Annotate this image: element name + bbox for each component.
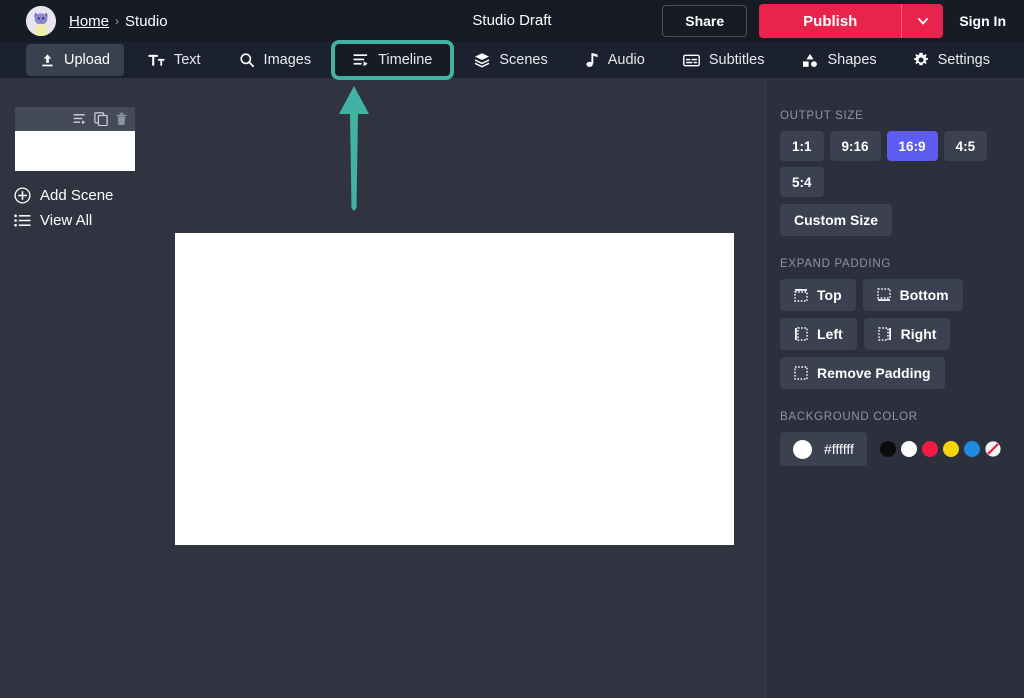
padding-row-top-bottom: Top Bottom bbox=[780, 279, 1010, 311]
toolbar-item-settings[interactable]: Settings bbox=[899, 44, 1004, 76]
ratio-1-1-button[interactable]: 1:1 bbox=[780, 131, 824, 161]
timeline-icon bbox=[353, 53, 369, 67]
chevron-down-icon bbox=[916, 14, 930, 28]
padding-top-label: Top bbox=[817, 287, 842, 303]
scene-delete-icon[interactable] bbox=[115, 112, 128, 126]
avatar-cat-icon bbox=[26, 6, 56, 36]
padding-bottom-button[interactable]: Bottom bbox=[863, 279, 963, 311]
toolbar-label-subtitles: Subtitles bbox=[709, 52, 765, 68]
breadcrumb-separator: › bbox=[115, 14, 119, 28]
padding-bottom-icon bbox=[877, 288, 891, 302]
background-color-label: Background Color bbox=[780, 411, 1010, 423]
ratio-4-5-button[interactable]: 4:5 bbox=[944, 131, 988, 161]
padding-top-icon bbox=[794, 288, 808, 302]
toolbar-label-timeline: Timeline bbox=[378, 52, 432, 68]
view-all-label: View All bbox=[40, 212, 92, 229]
padding-left-icon bbox=[794, 327, 808, 341]
remove-padding-label: Remove Padding bbox=[817, 365, 931, 381]
add-scene-label: Add Scene bbox=[40, 187, 113, 204]
custom-size-button[interactable]: Custom Size bbox=[780, 204, 892, 236]
toolbar-label-settings: Settings bbox=[938, 52, 990, 68]
swatch-white[interactable] bbox=[901, 441, 917, 457]
scene-duplicate-icon[interactable] bbox=[94, 112, 108, 126]
padding-left-button[interactable]: Left bbox=[780, 318, 857, 350]
search-icon bbox=[239, 52, 255, 68]
toolbar-label-scenes: Scenes bbox=[499, 52, 547, 68]
scene-card-toolbar bbox=[15, 107, 135, 131]
breadcrumb: Home › Studio bbox=[69, 13, 168, 30]
add-scene-button[interactable]: Add Scene bbox=[14, 187, 152, 204]
subtitles-icon bbox=[683, 54, 700, 67]
padding-right-label: Right bbox=[901, 326, 937, 342]
scene-actions: Add Scene View All bbox=[14, 187, 152, 229]
scene-timeline-icon[interactable] bbox=[73, 113, 87, 125]
remove-padding-button[interactable]: Remove Padding bbox=[780, 357, 945, 389]
padding-right-button[interactable]: Right bbox=[864, 318, 951, 350]
padding-top-button[interactable]: Top bbox=[780, 279, 856, 311]
background-color-controls: #ffffff bbox=[780, 432, 1010, 466]
shapes-icon bbox=[802, 53, 818, 68]
color-swatches bbox=[880, 441, 1001, 457]
toolbar-item-audio[interactable]: Audio bbox=[572, 44, 659, 76]
text-icon bbox=[148, 53, 165, 68]
background-color-value: #ffffff bbox=[824, 441, 854, 457]
padding-left-label: Left bbox=[817, 326, 843, 342]
toolbar-label-text: Text bbox=[174, 52, 201, 68]
toolbar-item-text[interactable]: Text bbox=[134, 44, 215, 76]
avatar[interactable] bbox=[26, 6, 56, 36]
app-header: Home › Studio Studio Draft Share Publish… bbox=[0, 0, 1024, 42]
ratio-9-16-button[interactable]: 9:16 bbox=[830, 131, 881, 161]
toolbar-item-subtitles[interactable]: Subtitles bbox=[669, 44, 779, 76]
app-root: Home › Studio Studio Draft Share Publish… bbox=[0, 0, 1024, 698]
canvas-stage[interactable] bbox=[175, 233, 734, 545]
breadcrumb-home[interactable]: Home bbox=[69, 13, 109, 30]
sign-in-link[interactable]: Sign In bbox=[955, 13, 1006, 29]
ratio-5-4-button[interactable]: 5:4 bbox=[780, 167, 824, 197]
swatch-black[interactable] bbox=[880, 441, 896, 457]
background-color-field[interactable]: #ffffff bbox=[780, 432, 867, 466]
padding-remove-icon bbox=[794, 366, 808, 380]
gear-icon bbox=[913, 52, 929, 68]
toolbar-item-upload[interactable]: Upload bbox=[26, 44, 124, 76]
breadcrumb-current[interactable]: Studio bbox=[125, 13, 168, 30]
list-icon bbox=[14, 213, 31, 228]
canvas-area bbox=[152, 78, 765, 698]
scene-thumbnail[interactable] bbox=[15, 131, 135, 171]
toolbar-item-timeline[interactable]: Timeline bbox=[335, 44, 450, 76]
properties-panel: Output Size 1:1 9:16 16:9 4:5 5:4 Custom… bbox=[765, 78, 1024, 698]
expand-padding-label: Expand Padding bbox=[780, 258, 1010, 270]
upload-icon bbox=[40, 53, 55, 68]
toolbar-label-shapes: Shapes bbox=[827, 52, 876, 68]
publish-button-group: Publish bbox=[759, 4, 943, 38]
ratio-16-9-button[interactable]: 16:9 bbox=[887, 131, 938, 161]
swatch-blue[interactable] bbox=[964, 441, 980, 457]
toolbar-item-images[interactable]: Images bbox=[225, 44, 326, 76]
swatch-red[interactable] bbox=[922, 441, 938, 457]
swatch-transparent[interactable] bbox=[985, 441, 1001, 457]
scene-panel: Add Scene View All bbox=[0, 78, 152, 237]
padding-bottom-label: Bottom bbox=[900, 287, 949, 303]
current-color-dot bbox=[793, 440, 812, 459]
output-size-options: 1:1 9:16 16:9 4:5 5:4 bbox=[780, 131, 1010, 197]
main-toolbar: Upload Text Images bbox=[0, 42, 1024, 78]
swatch-yellow[interactable] bbox=[943, 441, 959, 457]
publish-button[interactable]: Publish bbox=[759, 4, 901, 38]
scene-card[interactable] bbox=[15, 107, 135, 171]
publish-dropdown-button[interactable] bbox=[901, 4, 943, 38]
toolbar-label-audio: Audio bbox=[608, 52, 645, 68]
toolbar-item-scenes[interactable]: Scenes bbox=[460, 44, 561, 76]
plus-circle-icon bbox=[14, 187, 31, 204]
output-size-label: Output Size bbox=[780, 110, 1010, 122]
toolbar-label-upload: Upload bbox=[64, 52, 110, 68]
music-note-icon bbox=[586, 52, 599, 68]
padding-right-icon bbox=[878, 327, 892, 341]
layers-icon bbox=[474, 52, 490, 68]
share-button[interactable]: Share bbox=[662, 5, 747, 37]
header-actions: Share Publish Sign In bbox=[662, 4, 1024, 38]
view-all-button[interactable]: View All bbox=[14, 212, 152, 229]
toolbar-label-images: Images bbox=[264, 52, 312, 68]
padding-row-left-right: Left Right bbox=[780, 318, 1010, 350]
toolbar-item-shapes[interactable]: Shapes bbox=[788, 44, 890, 76]
